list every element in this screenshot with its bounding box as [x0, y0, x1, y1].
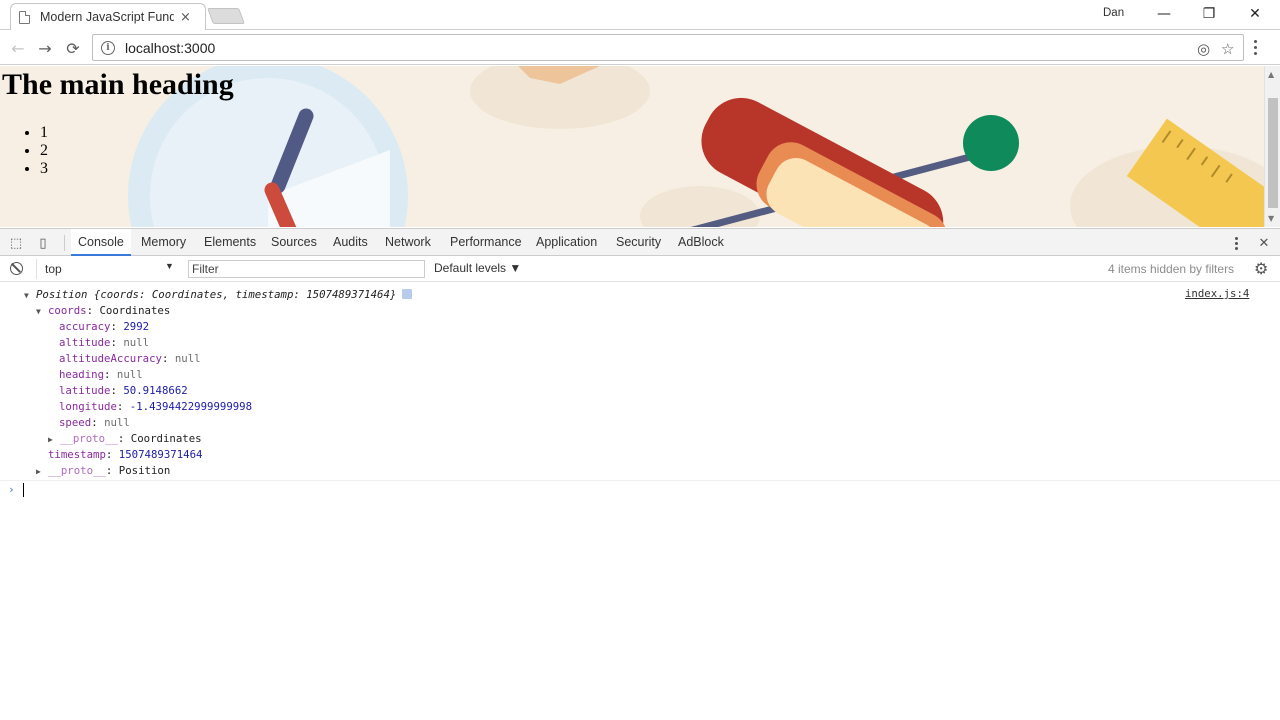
clear-console-icon[interactable]: [10, 262, 23, 275]
reload-icon[interactable]: ⟳: [62, 37, 84, 59]
context-selector[interactable]: top ▼: [36, 259, 176, 279]
site-info-icon[interactable]: i: [101, 40, 115, 55]
minimize-icon[interactable]: —: [1154, 4, 1174, 24]
position-proto-row[interactable]: ▶ __proto__: Position: [36, 463, 170, 479]
back-icon[interactable]: ←: [7, 37, 29, 59]
restore-icon[interactable]: ❐: [1199, 4, 1219, 24]
console-input-caret[interactable]: [23, 483, 24, 497]
chevron-down-icon: ▼: [165, 261, 174, 271]
browser-toolbar: ← → ⟳ i localhost:3000 ◎ ☆: [0, 30, 1280, 65]
inspect-element-icon[interactable]: ⬚: [8, 235, 24, 251]
hidden-items-text: 4 items hidden by filters: [1108, 262, 1235, 276]
device-toolbar-icon[interactable]: ▯: [35, 235, 51, 251]
title-bar: Modern JavaScript Funda × Dan — ❐ ✕: [0, 0, 1280, 30]
scroll-down-icon[interactable]: ▼: [1268, 214, 1274, 223]
divider: [64, 235, 65, 251]
tab-performance[interactable]: Performance: [443, 229, 529, 256]
profile-name[interactable]: Dan: [1103, 7, 1124, 19]
prop-row: longitude: -1.4394422999999998: [59, 400, 253, 413]
browser-menu-icon[interactable]: [1254, 40, 1257, 55]
prop-row: latitude: 50.9148662: [59, 384, 188, 397]
devtools-menu-icon[interactable]: [1235, 237, 1238, 250]
log-object-header[interactable]: ▼ Position {coords: Coordinates, timestam…: [24, 287, 413, 304]
coords-proto-row[interactable]: ▶ __proto__: Coordinates: [48, 431, 202, 447]
console-filter-input[interactable]: [188, 260, 425, 278]
scroll-up-icon[interactable]: ▲: [1268, 70, 1274, 79]
timestamp-row: timestamp: 1507489371464: [48, 448, 203, 461]
divider: [0, 480, 1280, 481]
cast-target-icon[interactable]: ◎: [1197, 40, 1210, 58]
tab-memory[interactable]: Memory: [134, 229, 193, 256]
context-value: top: [45, 262, 62, 276]
url-text[interactable]: localhost:3000: [125, 40, 215, 56]
collapsed-triangle-icon[interactable]: ▶: [36, 464, 48, 480]
scrollbar-thumb[interactable]: [1268, 98, 1278, 208]
close-devtools-icon[interactable]: ✕: [1256, 235, 1272, 251]
tab-adblock[interactable]: AdBlock: [671, 229, 731, 256]
page-number-list: 1 2 3: [22, 124, 48, 178]
tab-close-icon[interactable]: ×: [180, 10, 191, 25]
tab-security[interactable]: Security: [609, 229, 668, 256]
page-viewport: The main heading 1 2 3: [0, 66, 1264, 227]
list-item: 2: [40, 142, 48, 160]
tab-network[interactable]: Network: [378, 229, 438, 256]
close-window-icon[interactable]: ✕: [1245, 4, 1265, 24]
gear-icon[interactable]: ⚙: [1254, 259, 1268, 278]
list-item: 1: [40, 124, 48, 142]
forward-icon[interactable]: →: [34, 37, 56, 59]
prop-row: speed: null: [59, 416, 130, 429]
page-scrollbar[interactable]: ▲ ▼: [1264, 66, 1280, 227]
tab-audits[interactable]: Audits: [326, 229, 375, 256]
devtools-tabbar: ⬚ ▯ Console Memory Elements Sources Audi…: [0, 228, 1280, 256]
list-item: 3: [40, 160, 48, 178]
source-link[interactable]: index.js:4: [1185, 287, 1249, 300]
coords-row[interactable]: ▼ coords: Coordinates: [36, 303, 170, 319]
log-levels-dropdown[interactable]: Default levels ▼: [434, 261, 521, 275]
prop-row: accuracy: 2992: [59, 320, 150, 333]
console-prompt-icon: ›: [8, 483, 15, 496]
expanded-triangle-icon[interactable]: ▼: [24, 288, 36, 304]
tab-application[interactable]: Application: [529, 229, 604, 256]
browser-tab[interactable]: Modern JavaScript Funda ×: [10, 3, 206, 30]
bookmark-star-icon[interactable]: ☆: [1221, 40, 1234, 58]
info-icon: [402, 289, 413, 299]
prop-row: altitudeAccuracy: null: [59, 352, 201, 365]
new-tab-button[interactable]: [207, 8, 245, 24]
prop-row: altitude: null: [59, 336, 150, 349]
tab-sources[interactable]: Sources: [264, 229, 324, 256]
tab-title: Modern JavaScript Funda: [40, 10, 174, 24]
document-icon: [19, 10, 30, 24]
tab-console[interactable]: Console: [71, 229, 131, 256]
address-bar[interactable]: i localhost:3000 ◎ ☆: [92, 34, 1244, 61]
prop-row: heading: null: [59, 368, 143, 381]
console-toolbar: top ▼ Default levels ▼ 4 items hidden by…: [0, 256, 1280, 282]
tab-elements[interactable]: Elements: [197, 229, 263, 256]
expanded-triangle-icon[interactable]: ▼: [36, 304, 48, 320]
page-main-heading: The main heading: [2, 68, 234, 101]
collapsed-triangle-icon[interactable]: ▶: [48, 432, 60, 448]
console-output: index.js:4 ▼ Position {coords: Coordinate…: [0, 283, 1280, 720]
